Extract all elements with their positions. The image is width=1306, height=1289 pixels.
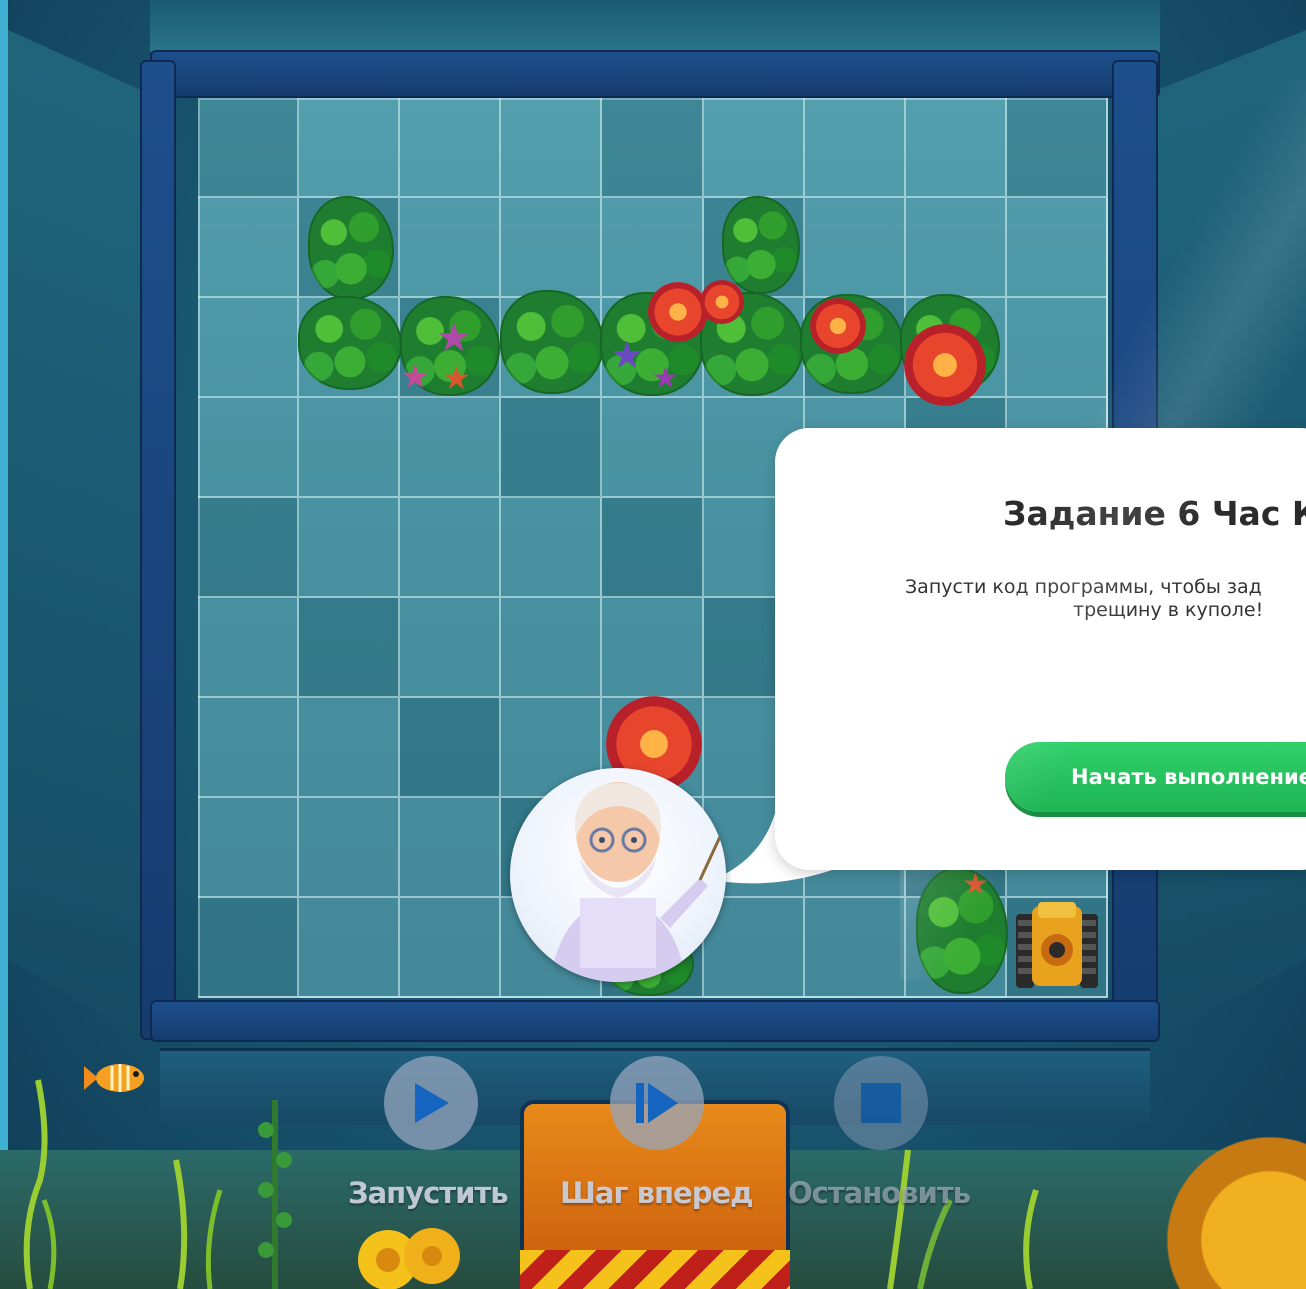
sea-anemone-icon — [358, 1228, 460, 1289]
starfish-icon: ★ — [436, 315, 472, 361]
board-cell — [198, 698, 300, 798]
task-description-line-2: трещину в куполе! — [1073, 599, 1264, 621]
board-cell — [299, 598, 401, 698]
board-cell — [400, 98, 502, 198]
board-cell — [400, 198, 502, 298]
board-cell — [198, 598, 300, 698]
board-cell — [400, 598, 502, 698]
board-cell — [1006, 98, 1108, 198]
coral-flower — [648, 282, 708, 342]
seaweed-icon — [258, 1100, 292, 1289]
board-cell — [804, 98, 906, 198]
professor-icon — [550, 782, 726, 982]
coral-obstacle — [308, 196, 394, 300]
board-cell — [299, 898, 401, 998]
run-label: Запустить — [348, 1176, 509, 1210]
board-cell — [198, 198, 300, 298]
board-cell — [602, 498, 704, 598]
board-cell — [299, 798, 401, 898]
seaweed-icon — [23, 1079, 57, 1289]
task-description-line-1: Запусти код программы, чтобы зад — [905, 576, 1262, 598]
board-cell — [804, 198, 906, 298]
board-cell — [804, 898, 906, 998]
stop-icon — [861, 1083, 901, 1123]
board-cell — [501, 498, 603, 598]
seaweed-icon — [1023, 1189, 1039, 1289]
starfish-icon: ★ — [442, 359, 471, 397]
board-cell — [400, 698, 502, 798]
board-cell — [299, 398, 401, 498]
starfish-icon: ★ — [652, 361, 679, 396]
task-description: Запусти код программы, чтобы зад трещину… — [905, 576, 1305, 622]
coral-obstacle — [500, 290, 604, 394]
dome-frame-top — [150, 50, 1160, 98]
board-cell — [198, 98, 300, 198]
dome-frame-bottom — [150, 1000, 1160, 1042]
board-cell — [299, 498, 401, 598]
board-cell — [400, 798, 502, 898]
dome-top-pane — [150, 0, 1160, 52]
play-icon — [415, 1083, 449, 1123]
board-cell — [501, 98, 603, 198]
board-cell — [501, 398, 603, 498]
board-cell — [198, 398, 300, 498]
board-cell — [1006, 298, 1108, 398]
game-stage: ★ ★ ★ ★ ★ ★ Задание 6 Час Ко Запусти код… — [0, 0, 1306, 1289]
board-cell — [400, 398, 502, 498]
step-forward-button[interactable] — [610, 1056, 704, 1150]
fish-icon — [84, 1064, 144, 1092]
professor-avatar — [510, 768, 726, 982]
stop-label: Остановить — [788, 1176, 971, 1210]
board-cell — [703, 98, 805, 198]
board-cell — [905, 98, 1007, 198]
board-cell — [501, 198, 603, 298]
board-cell — [299, 698, 401, 798]
board-cell — [602, 598, 704, 698]
board-cell — [198, 898, 300, 998]
decorative-shell — [1150, 1120, 1306, 1289]
seaweed-icon — [887, 1149, 953, 1289]
dome-frame-left — [140, 60, 176, 1040]
stop-button[interactable] — [834, 1056, 928, 1150]
board-cell — [198, 798, 300, 898]
task-title: Задание 6 Час Ко — [1003, 494, 1306, 533]
dome-left-pane — [8, 30, 142, 1040]
starfish-icon: ★ — [610, 333, 645, 377]
coral-obstacle — [298, 296, 402, 390]
board-cell — [198, 298, 300, 398]
task-speech-bubble: Задание 6 Час Ко Запусти код программы, … — [775, 428, 1306, 870]
board-cell — [602, 398, 704, 498]
hatch-warning-stripes — [520, 1250, 790, 1289]
starfish-icon: ★ — [962, 867, 989, 902]
coral-obstacle — [722, 196, 800, 294]
start-task-button[interactable]: Начать выполнение — [1005, 742, 1306, 812]
left-edge-strip — [0, 0, 8, 1289]
board-cell — [400, 898, 502, 998]
step-forward-label: Шаг вперед — [560, 1176, 754, 1210]
coral-flower — [810, 298, 866, 354]
step-forward-icon — [636, 1083, 678, 1123]
board-cell — [905, 198, 1007, 298]
board-cell — [400, 498, 502, 598]
board-cell — [299, 98, 401, 198]
starfish-icon: ★ — [400, 357, 431, 397]
run-button[interactable] — [384, 1056, 478, 1150]
board-cell — [501, 598, 603, 698]
coral-flower — [904, 324, 986, 406]
coral-flower — [700, 280, 744, 324]
seaweed-icon — [173, 1159, 223, 1289]
board-cell — [198, 498, 300, 598]
board-cell — [602, 98, 704, 198]
robot-tank-icon — [1016, 902, 1098, 988]
board-cell — [1006, 198, 1108, 298]
